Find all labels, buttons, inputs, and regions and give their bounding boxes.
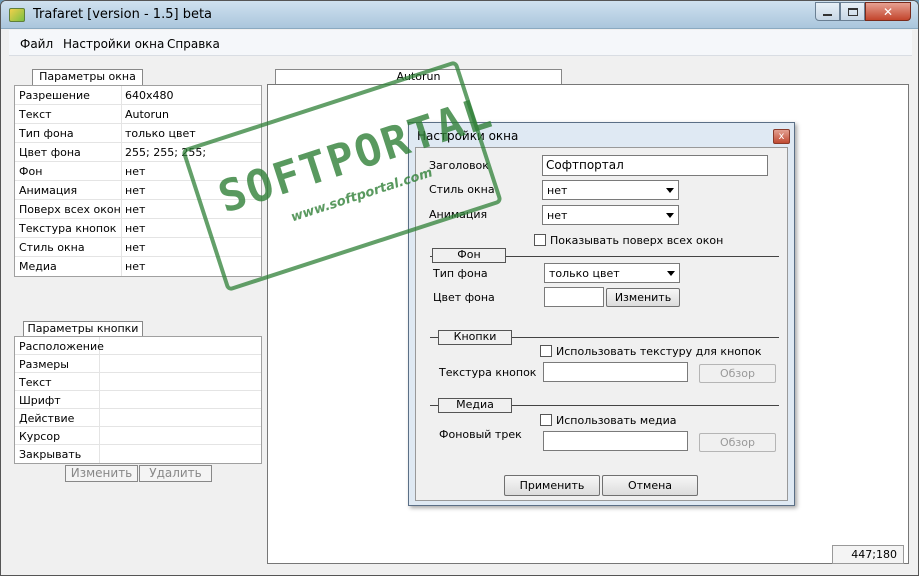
chevron-down-icon bbox=[666, 213, 674, 218]
grid-key: Действие bbox=[19, 412, 75, 425]
menu-bar: Файл Настройки окна Справка bbox=[9, 30, 912, 56]
bg-color-label: Цвет фона bbox=[433, 291, 495, 304]
bg-type-select[interactable]: только цвет bbox=[544, 263, 680, 283]
bg-type-value: только цвет bbox=[549, 267, 620, 280]
grid-key: Медиа bbox=[19, 260, 57, 273]
track-browse-button[interactable]: Обзор bbox=[699, 433, 776, 452]
grid-value[interactable]: Autorun bbox=[125, 108, 169, 121]
grid-value[interactable]: 640x480 bbox=[125, 89, 174, 102]
change-color-button[interactable]: Изменить bbox=[606, 288, 680, 307]
bg-section-label: Фон bbox=[432, 248, 506, 263]
chevron-down-icon bbox=[666, 188, 674, 193]
grid-key: Анимация bbox=[19, 184, 78, 197]
grid-key: Размеры bbox=[19, 358, 69, 371]
grid-key: Курсор bbox=[19, 430, 61, 443]
grid-key: Текст bbox=[19, 376, 52, 389]
bg-type-label: Тип фона bbox=[433, 267, 488, 280]
track-label: Фоновый трек bbox=[439, 428, 522, 441]
grid-key: Расположение bbox=[19, 340, 104, 353]
grid-key: Стиль окна bbox=[19, 241, 85, 254]
topmost-label: Показывать поверх всех окон bbox=[550, 234, 724, 247]
title-bar[interactable]: Trafaret [version - 1.5] beta ✕ bbox=[1, 1, 918, 29]
grid-key: Текст bbox=[19, 108, 52, 121]
close-icon: x bbox=[778, 131, 785, 142]
use-media-label: Использовать медиа bbox=[556, 414, 677, 427]
delete-button[interactable]: Удалить bbox=[139, 465, 212, 482]
texture-browse-button[interactable]: Обзор bbox=[699, 364, 776, 383]
grid-key: Поверх всех окон bbox=[19, 203, 121, 216]
animation-value: нет bbox=[547, 209, 568, 222]
maximize-icon bbox=[847, 7, 858, 16]
track-path-input[interactable] bbox=[543, 431, 688, 451]
grid-key: Тип фона bbox=[19, 127, 74, 140]
menu-window-settings[interactable]: Настройки окна bbox=[63, 37, 164, 51]
button-params-grid: Расположение Размеры Текст Шрифт Действи… bbox=[14, 336, 262, 464]
window-title: Trafaret [version - 1.5] beta bbox=[33, 7, 213, 22]
window-style-select[interactable]: нет bbox=[542, 180, 679, 200]
grid-value[interactable]: нет bbox=[125, 165, 145, 178]
topmost-checkbox[interactable] bbox=[534, 234, 546, 246]
apply-button[interactable]: Применить bbox=[504, 475, 600, 496]
animation-select[interactable]: нет bbox=[542, 205, 679, 225]
minimize-icon bbox=[823, 13, 832, 16]
tab-window-params[interactable]: Параметры окна bbox=[32, 69, 143, 85]
edit-button[interactable]: Изменить bbox=[65, 465, 138, 482]
app-icon bbox=[9, 8, 25, 22]
use-texture-checkbox[interactable] bbox=[540, 345, 552, 357]
window-style-value: нет bbox=[547, 184, 568, 197]
maximize-button[interactable] bbox=[840, 2, 865, 21]
media-section-label: Медиа bbox=[438, 398, 512, 413]
minimize-button[interactable] bbox=[815, 2, 840, 21]
dialog-close-button[interactable]: x bbox=[773, 129, 790, 144]
header-input[interactable]: Софтпортал bbox=[542, 155, 768, 176]
grid-value[interactable]: нет bbox=[125, 184, 145, 197]
grid-value[interactable]: нет bbox=[125, 203, 145, 216]
grid-value[interactable]: только цвет bbox=[125, 127, 196, 140]
grid-key: Цвет фона bbox=[19, 146, 81, 159]
main-window: Trafaret [version - 1.5] beta ✕ Файл Нас… bbox=[0, 0, 919, 576]
grid-value[interactable]: нет bbox=[125, 241, 145, 254]
close-button[interactable]: ✕ bbox=[865, 2, 911, 21]
grid-key: Шрифт bbox=[19, 394, 61, 407]
grid-value[interactable]: нет bbox=[125, 260, 145, 273]
grid-key: Текстура кнопок bbox=[19, 222, 117, 235]
use-texture-label: Использовать текстуру для кнопок bbox=[556, 345, 762, 358]
grid-value[interactable]: нет bbox=[125, 222, 145, 235]
cursor-coordinates: 447;180 bbox=[832, 545, 904, 564]
chevron-down-icon bbox=[667, 271, 675, 276]
buttons-section-label: Кнопки bbox=[438, 330, 512, 345]
use-media-checkbox[interactable] bbox=[540, 414, 552, 426]
bg-color-swatch[interactable] bbox=[544, 287, 604, 307]
texture-label: Текстура кнопок bbox=[439, 366, 537, 379]
close-icon: ✕ bbox=[882, 4, 894, 19]
tab-button-params[interactable]: Параметры кнопки bbox=[23, 321, 143, 337]
texture-path-input[interactable] bbox=[543, 362, 688, 382]
grid-key: Разрешение bbox=[19, 89, 90, 102]
grid-key: Фон bbox=[19, 165, 43, 178]
grid-key: Закрывать bbox=[19, 448, 82, 461]
menu-file[interactable]: Файл bbox=[20, 37, 53, 51]
cancel-button[interactable]: Отмена bbox=[602, 475, 698, 496]
menu-help[interactable]: Справка bbox=[167, 37, 220, 51]
